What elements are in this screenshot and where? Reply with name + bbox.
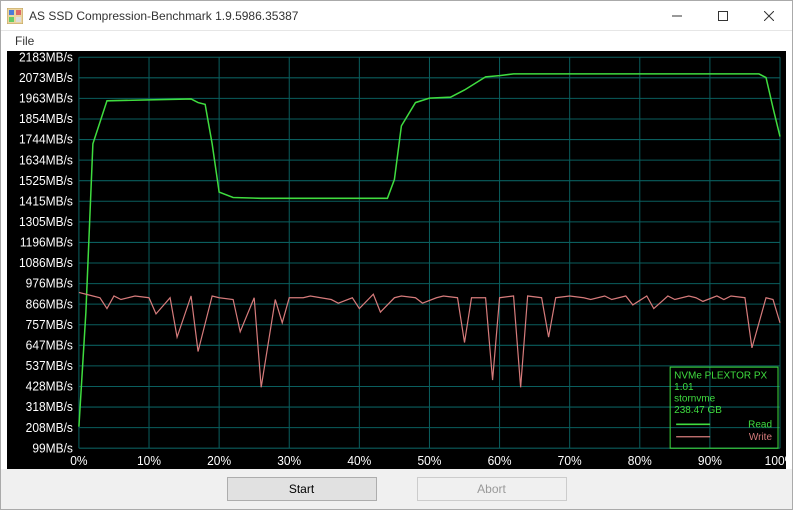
- svg-text:318MB/s: 318MB/s: [26, 400, 73, 414]
- compression-chart: 99MB/s 208MB/s 318MB/s 428MB/s 537MB/s 647MB/…: [7, 51, 786, 469]
- svg-text:1415MB/s: 1415MB/s: [19, 194, 73, 208]
- svg-text:99MB/s: 99MB/s: [32, 441, 73, 455]
- svg-text:2073MB/s: 2073MB/s: [19, 71, 73, 85]
- chart-area: 99MB/s 208MB/s 318MB/s 428MB/s 537MB/s 647MB/…: [7, 51, 786, 469]
- svg-text:1634MB/s: 1634MB/s: [19, 153, 73, 167]
- svg-text:70%: 70%: [558, 454, 582, 468]
- svg-text:208MB/s: 208MB/s: [26, 421, 73, 435]
- button-bar: Start Abort: [1, 469, 792, 509]
- svg-text:976MB/s: 976MB/s: [26, 277, 73, 291]
- app-icon: [7, 8, 23, 24]
- svg-text:20%: 20%: [207, 454, 231, 468]
- svg-text:1305MB/s: 1305MB/s: [19, 215, 73, 229]
- svg-text:2183MB/s: 2183MB/s: [19, 51, 73, 64]
- svg-text:Write: Write: [749, 432, 772, 443]
- svg-text:100%: 100%: [765, 454, 786, 468]
- svg-text:0%: 0%: [70, 454, 87, 468]
- abort-button[interactable]: Abort: [417, 477, 567, 501]
- maximize-button[interactable]: [700, 1, 746, 31]
- svg-text:NVMe PLEXTOR PX: NVMe PLEXTOR PX: [674, 370, 767, 381]
- svg-text:1196MB/s: 1196MB/s: [20, 235, 73, 249]
- minimize-button[interactable]: [654, 1, 700, 31]
- svg-text:80%: 80%: [628, 454, 652, 468]
- menu-file[interactable]: File: [9, 33, 40, 49]
- svg-text:1963MB/s: 1963MB/s: [19, 91, 73, 105]
- svg-text:1525MB/s: 1525MB/s: [19, 174, 73, 188]
- svg-text:428MB/s: 428MB/s: [26, 379, 73, 393]
- svg-text:866MB/s: 866MB/s: [26, 297, 73, 311]
- svg-text:1854MB/s: 1854MB/s: [19, 112, 73, 126]
- svg-text:537MB/s: 537MB/s: [26, 359, 73, 373]
- svg-text:stornvme: stornvme: [674, 393, 715, 404]
- svg-text:757MB/s: 757MB/s: [26, 318, 73, 332]
- svg-text:60%: 60%: [488, 454, 512, 468]
- close-button[interactable]: [746, 1, 792, 31]
- svg-text:647MB/s: 647MB/s: [26, 338, 73, 352]
- svg-text:1.01: 1.01: [674, 382, 694, 393]
- svg-text:238.47 GB: 238.47 GB: [674, 405, 722, 416]
- svg-text:50%: 50%: [417, 454, 441, 468]
- svg-text:1086MB/s: 1086MB/s: [19, 256, 73, 270]
- svg-text:1744MB/s: 1744MB/s: [19, 132, 73, 146]
- svg-text:30%: 30%: [277, 454, 301, 468]
- start-button[interactable]: Start: [227, 477, 377, 501]
- svg-text:10%: 10%: [137, 454, 161, 468]
- menubar: File: [1, 31, 792, 51]
- titlebar: AS SSD Compression-Benchmark 1.9.5986.35…: [1, 1, 792, 31]
- app-window: AS SSD Compression-Benchmark 1.9.5986.35…: [0, 0, 793, 510]
- window-title: AS SSD Compression-Benchmark 1.9.5986.35…: [29, 9, 654, 23]
- svg-text:40%: 40%: [347, 454, 371, 468]
- svg-text:Read: Read: [748, 419, 772, 430]
- svg-text:90%: 90%: [698, 454, 722, 468]
